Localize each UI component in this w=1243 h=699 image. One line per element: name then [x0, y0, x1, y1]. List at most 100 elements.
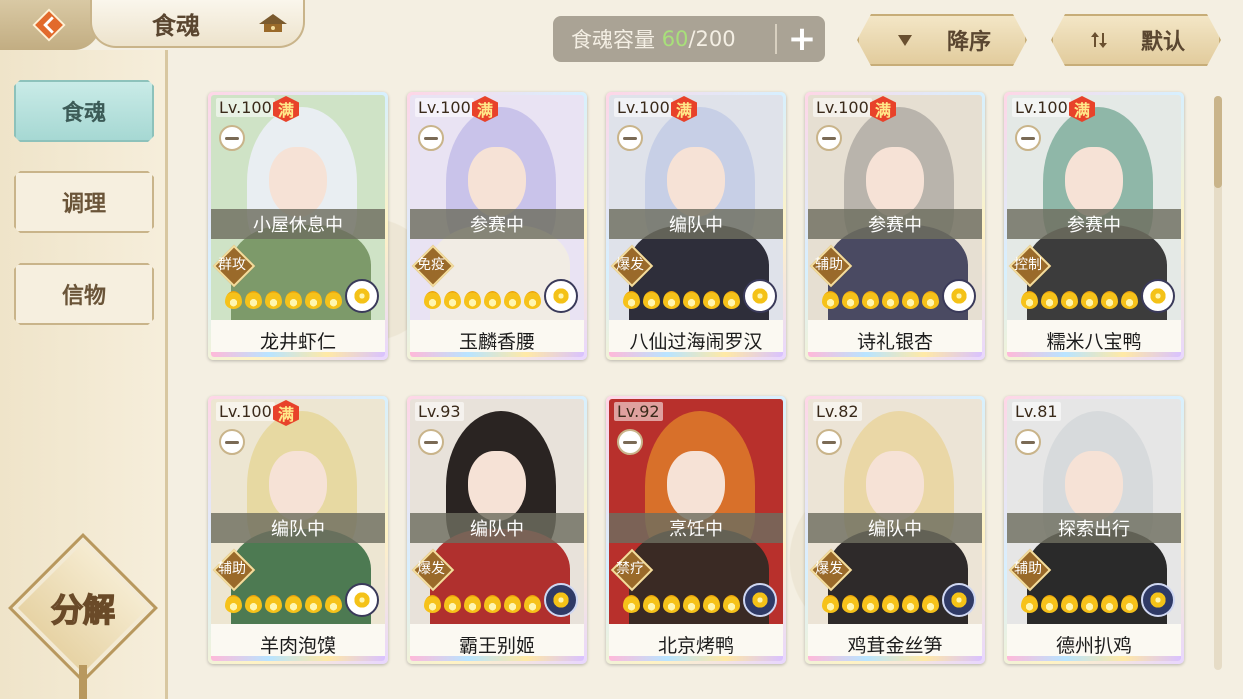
star-flame-icon [305, 595, 322, 613]
level-label: Lv.100 [415, 98, 474, 117]
portrait-face [468, 147, 526, 217]
food-soul-card[interactable]: Lv.100 满 小屋休息中 群攻 龙井虾仁 [208, 92, 388, 360]
card-inner: Lv.82 编队中 爆发 鸡茸金丝笋 [808, 399, 982, 661]
star-rating [225, 595, 342, 615]
star-flame-icon [882, 595, 899, 613]
star-flame-icon [842, 291, 859, 309]
status-label: 参赛中 [410, 209, 584, 239]
star-flame-icon [623, 595, 640, 613]
flower-attribute-icon [345, 279, 379, 313]
role-label: 免疫 [417, 257, 445, 273]
capacity-max: /200 [688, 27, 736, 51]
card-inner: Lv.81 探索出行 辅助 德州扒鸡 [1007, 399, 1181, 661]
star-flame-icon [663, 595, 680, 613]
add-capacity-button[interactable]: + [785, 22, 819, 56]
star-flame-icon [325, 595, 342, 613]
role-tag: 群攻 [213, 245, 251, 283]
sort-order-button[interactable]: 降序 [857, 14, 1027, 66]
star-flame-icon [862, 595, 879, 613]
role-label: 爆发 [417, 561, 445, 577]
card-name: 糯米八宝鸭 [1007, 320, 1181, 357]
role-label: 爆发 [815, 561, 843, 577]
role-label: 辅助 [1014, 561, 1042, 577]
card-inner: Lv.93 编队中 爆发 霸王别姬 [410, 399, 584, 661]
portrait-face [866, 451, 924, 521]
food-soul-card[interactable]: Lv.100 满 编队中 辅助 羊肉泡馍 [208, 396, 388, 664]
card-inner: Lv.100 满 小屋休息中 群攻 龙井虾仁 [211, 95, 385, 357]
star-flame-icon [902, 595, 919, 613]
star-flame-icon [464, 595, 481, 613]
star-flame-icon [862, 291, 879, 309]
star-flame-icon [325, 291, 342, 309]
flower-attribute-icon [544, 583, 578, 617]
food-soul-card[interactable]: Lv.100 满 参赛中 控制 糯米八宝鸭 [1004, 92, 1184, 360]
star-flame-icon [1021, 291, 1038, 309]
food-soul-card[interactable]: Lv.100 满 编队中 爆发 八仙过海闹罗汉 [606, 92, 786, 360]
star-rating [822, 595, 939, 615]
star-flame-icon [524, 595, 541, 613]
role-tag: 禁疗 [611, 549, 649, 587]
star-flame-icon [245, 595, 262, 613]
flower-attribute-icon [743, 279, 777, 313]
role-tag: 控制 [1009, 245, 1047, 283]
flower-attribute-icon [743, 583, 777, 617]
star-flame-icon [245, 291, 262, 309]
star-flame-icon [444, 595, 461, 613]
scrollbar-thumb[interactable] [1214, 96, 1222, 188]
portrait-face [667, 147, 725, 217]
star-rating [424, 291, 541, 311]
flower-attribute-icon [345, 583, 379, 617]
star-rating [225, 291, 342, 311]
star-flame-icon [663, 291, 680, 309]
back-button[interactable] [0, 0, 100, 50]
flower-attribute-icon [1141, 583, 1175, 617]
triangle-down-icon [893, 28, 917, 52]
sort-type-label: 默认 [1140, 30, 1185, 55]
card-name: 羊肉泡馍 [211, 624, 385, 661]
level-label: Lv.100 [216, 402, 275, 421]
star-flame-icon [484, 291, 501, 309]
card-name: 玉麟香腰 [410, 320, 584, 357]
food-soul-card[interactable]: Lv.93 编队中 爆发 霸王别姬 [407, 396, 587, 664]
star-flame-icon [882, 291, 899, 309]
food-soul-card[interactable]: Lv.92 烹饪中 禁疗 北京烤鸭 [606, 396, 786, 664]
sort-order-label: 降序 [946, 30, 991, 55]
portrait-face [866, 147, 924, 217]
card-name: 诗礼银杏 [808, 320, 982, 357]
star-flame-icon [1081, 595, 1098, 613]
card-name: 德州扒鸡 [1007, 624, 1181, 661]
bowl-icon [1015, 429, 1041, 455]
portrait-face [1065, 451, 1123, 521]
back-arrow-icon [32, 8, 66, 42]
sort-arrows-icon [1087, 28, 1111, 52]
sort-type-button[interactable]: 默认 [1051, 14, 1221, 66]
status-label: 编队中 [808, 513, 982, 543]
food-soul-card[interactable]: Lv.81 探索出行 辅助 德州扒鸡 [1004, 396, 1184, 664]
capacity-divider [775, 24, 777, 54]
sidebar-item-souls[interactable]: 食魂 [14, 80, 154, 142]
role-label: 群攻 [218, 257, 246, 273]
role-tag: 辅助 [213, 549, 251, 587]
star-flame-icon [1061, 291, 1078, 309]
food-soul-card[interactable]: Lv.82 编队中 爆发 鸡茸金丝笋 [805, 396, 985, 664]
bowl-icon [418, 429, 444, 455]
status-label: 参赛中 [1007, 209, 1181, 239]
food-soul-card[interactable]: Lv.100 满 参赛中 免疫 玉麟香腰 [407, 92, 587, 360]
star-rating [424, 595, 541, 615]
flower-attribute-icon [1141, 279, 1175, 313]
star-flame-icon [1101, 595, 1118, 613]
decompose-label[interactable]: 分解 [30, 580, 136, 636]
sidebar-item-tokens[interactable]: 信物 [14, 263, 154, 325]
card-name: 霸王别姬 [410, 624, 584, 661]
card-name: 鸡茸金丝笋 [808, 624, 982, 661]
card-inner: Lv.100 满 参赛中 免疫 玉麟香腰 [410, 95, 584, 357]
role-label: 辅助 [815, 257, 843, 273]
level-label: Lv.100 [813, 98, 872, 117]
star-flame-icon [822, 595, 839, 613]
portrait-face [269, 147, 327, 217]
star-flame-icon [424, 291, 441, 309]
sidebar-item-conditioning[interactable]: 调理 [14, 171, 154, 233]
level-label: Lv.81 [1012, 402, 1061, 421]
star-flame-icon [265, 291, 282, 309]
food-soul-card[interactable]: Lv.100 满 参赛中 辅助 诗礼银杏 [805, 92, 985, 360]
